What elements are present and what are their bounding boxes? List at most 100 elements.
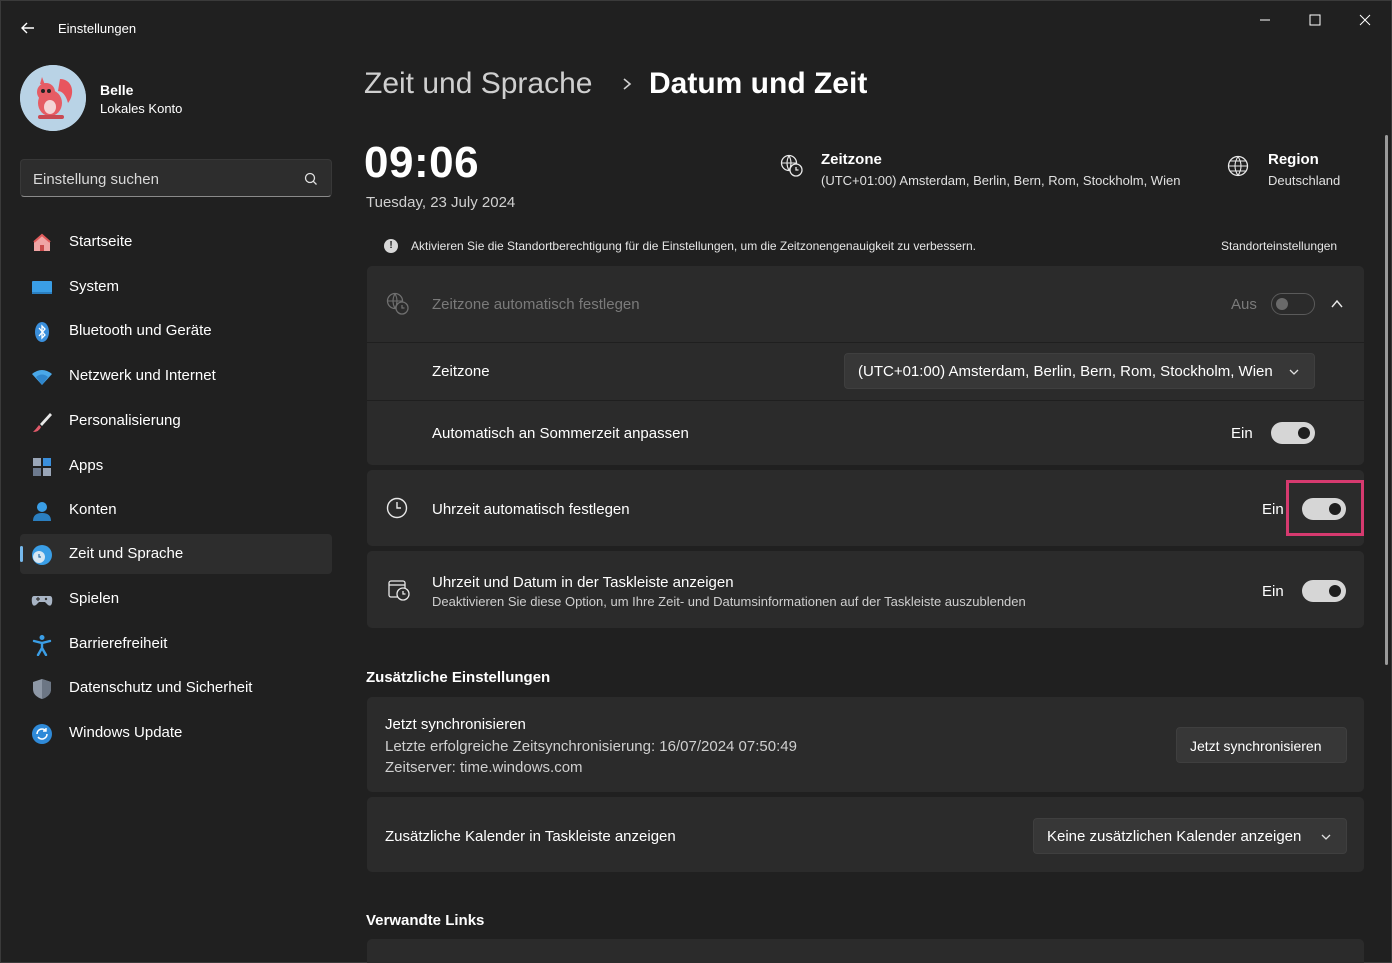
- clock-icon: [386, 497, 408, 519]
- sidebar-item-label: Bluetooth und Geräte: [69, 322, 212, 339]
- display-icon: [32, 281, 52, 294]
- account-type: Lokales Konto: [100, 101, 183, 116]
- brush-icon: [33, 413, 52, 432]
- taskbar-time-description: Deaktivieren Sie diese Option, um Ihre Z…: [432, 594, 1026, 609]
- sidebar-item-bluetooth[interactable]: Bluetooth und Geräte: [20, 311, 332, 351]
- additional-settings-title: Zusätzliche Einstellungen: [366, 669, 551, 686]
- avatar[interactable]: [20, 65, 86, 131]
- sidebar-item-label: Zeit und Sprache: [69, 545, 184, 562]
- page-title: Datum und Zeit: [649, 67, 868, 100]
- sidebar-item-barrierefreiheit[interactable]: Barrierefreiheit: [20, 624, 332, 664]
- update-icon: [32, 724, 52, 744]
- info-banner-text: Aktivieren Sie die Standortberechtigung …: [411, 239, 977, 253]
- close-button[interactable]: [1345, 9, 1385, 31]
- shield-icon: [33, 679, 51, 699]
- region-summary-title: Region: [1268, 151, 1319, 168]
- sidebar-item-netzwerk[interactable]: Netzwerk und Internet: [20, 356, 332, 396]
- sync-label: Jetzt synchronisieren: [385, 716, 526, 733]
- chevron-up-icon[interactable]: [1330, 297, 1344, 311]
- auto-timezone-label: Zeitzone automatisch festlegen: [432, 296, 640, 313]
- calendar-label: Zusätzliche Kalender in Taskleiste anzei…: [385, 828, 676, 845]
- time-language-icon: [32, 545, 52, 565]
- dst-label: Automatisch an Sommerzeit anpassen: [432, 425, 689, 442]
- sidebar-item-system[interactable]: System: [20, 267, 332, 307]
- dst-toggle[interactable]: [1271, 422, 1315, 444]
- chevron-down-icon: [1289, 369, 1299, 375]
- auto-time-label: Uhrzeit automatisch festlegen: [432, 501, 630, 518]
- last-sync-text: Letzte erfolgreiche Zeitsynchronisierung…: [385, 738, 797, 755]
- timezone-summary-title: Zeitzone: [821, 151, 882, 168]
- app-title: Einstellungen: [58, 21, 137, 36]
- scrollbar[interactable]: [1385, 135, 1388, 665]
- auto-timezone-state: Aus: [1231, 296, 1257, 313]
- user-name: Belle: [100, 82, 134, 98]
- sync-now-button[interactable]: Jetzt synchronisieren: [1176, 727, 1347, 763]
- sidebar-item-datenschutz[interactable]: Datenschutz und Sicherheit: [20, 668, 332, 708]
- sync-now-button-label: Jetzt synchronisieren: [1190, 738, 1322, 754]
- calendar-dropdown-value: Keine zusätzlichen Kalender anzeigen: [1047, 828, 1302, 845]
- minimize-icon: [1260, 19, 1270, 21]
- active-indicator: [20, 546, 23, 562]
- chevron-down-icon: [1321, 834, 1331, 840]
- apps-icon: [33, 458, 51, 476]
- maximize-button[interactable]: [1295, 9, 1335, 31]
- sidebar-item-label: Barrierefreiheit: [69, 635, 168, 652]
- sidebar-item-spielen[interactable]: Spielen: [20, 579, 332, 619]
- close-icon: [1359, 14, 1371, 26]
- sidebar-item-label: Datenschutz und Sicherheit: [69, 679, 253, 696]
- timezone-dropdown[interactable]: (UTC+01:00) Amsterdam, Berlin, Bern, Rom…: [844, 353, 1315, 389]
- title-bar: Einstellungen: [1, 1, 1391, 49]
- bluetooth-icon: [35, 322, 49, 342]
- taskbar-time-label: Uhrzeit und Datum in der Taskleiste anze…: [432, 574, 734, 591]
- chevron-right-icon: [623, 78, 632, 90]
- timezone-label: Zeitzone: [432, 363, 490, 380]
- gamepad-icon: [31, 596, 53, 606]
- sidebar-item-label: Konten: [69, 501, 117, 518]
- person-icon: [33, 502, 51, 521]
- taskbar-time-toggle[interactable]: [1302, 580, 1346, 602]
- breadcrumb-parent[interactable]: Zeit und Sprache: [364, 67, 592, 101]
- sidebar-item-label: Apps: [69, 457, 104, 474]
- sidebar-item-personalisierung[interactable]: Personalisierung: [20, 401, 332, 441]
- sidebar-item-label: Netzwerk und Internet: [69, 367, 216, 384]
- maximize-icon: [1309, 14, 1321, 26]
- timezone-summary-value: (UTC+01:00) Amsterdam, Berlin, Bern, Rom…: [821, 173, 1181, 188]
- timezone-globe-icon: [386, 292, 409, 315]
- calendar-clock-icon: [388, 580, 410, 601]
- toggle-knob: [1276, 298, 1288, 310]
- time-server-text: Zeitserver: time.windows.com: [385, 759, 583, 776]
- sidebar-item-label: Windows Update: [69, 724, 183, 741]
- sidebar-item-konten[interactable]: Konten: [20, 490, 332, 530]
- dst-state: Ein: [1231, 425, 1253, 442]
- region-summary-value: Deutschland: [1268, 173, 1341, 188]
- wifi-icon: [32, 370, 52, 385]
- sidebar-item-zeit-und-sprache[interactable]: Zeit und Sprache: [20, 534, 332, 574]
- sidebar-item-windows-update[interactable]: Windows Update: [20, 713, 332, 753]
- squirrel-avatar-icon: [20, 65, 86, 131]
- related-links-title: Verwandte Links: [366, 912, 485, 929]
- sidebar-item-startseite[interactable]: Startseite: [20, 222, 332, 262]
- sidebar-item-label: System: [69, 278, 120, 295]
- search-input[interactable]: Einstellung suchen: [20, 159, 332, 197]
- current-time: 09:06: [364, 138, 480, 187]
- arrow-left-icon: [21, 22, 34, 34]
- minimize-button[interactable]: [1245, 9, 1285, 31]
- toggle-knob: [1329, 585, 1341, 597]
- back-button[interactable]: [15, 15, 41, 41]
- taskbar-time-state: Ein: [1262, 583, 1284, 600]
- related-links-card: [367, 939, 1364, 963]
- sidebar-item-label: Startseite: [69, 233, 133, 250]
- timezone-globe-icon: [780, 154, 803, 177]
- info-icon: !: [384, 239, 398, 253]
- location-settings-link[interactable]: Standorteinstellungen: [1221, 239, 1337, 253]
- toggle-knob: [1298, 427, 1310, 439]
- sidebar-item-apps[interactable]: Apps: [20, 446, 332, 486]
- home-icon: [33, 233, 51, 251]
- timezone-dropdown-value: (UTC+01:00) Amsterdam, Berlin, Bern, Rom…: [858, 363, 1273, 380]
- search-icon[interactable]: [303, 171, 319, 187]
- auto-timezone-toggle[interactable]: [1271, 293, 1315, 315]
- current-date: Tuesday, 23 July 2024: [366, 194, 516, 211]
- auto-time-state: Ein: [1262, 501, 1284, 518]
- calendar-dropdown[interactable]: Keine zusätzlichen Kalender anzeigen: [1033, 818, 1347, 854]
- settings-window: Einstellungen Belle Lokales Konto Einste…: [0, 0, 1392, 963]
